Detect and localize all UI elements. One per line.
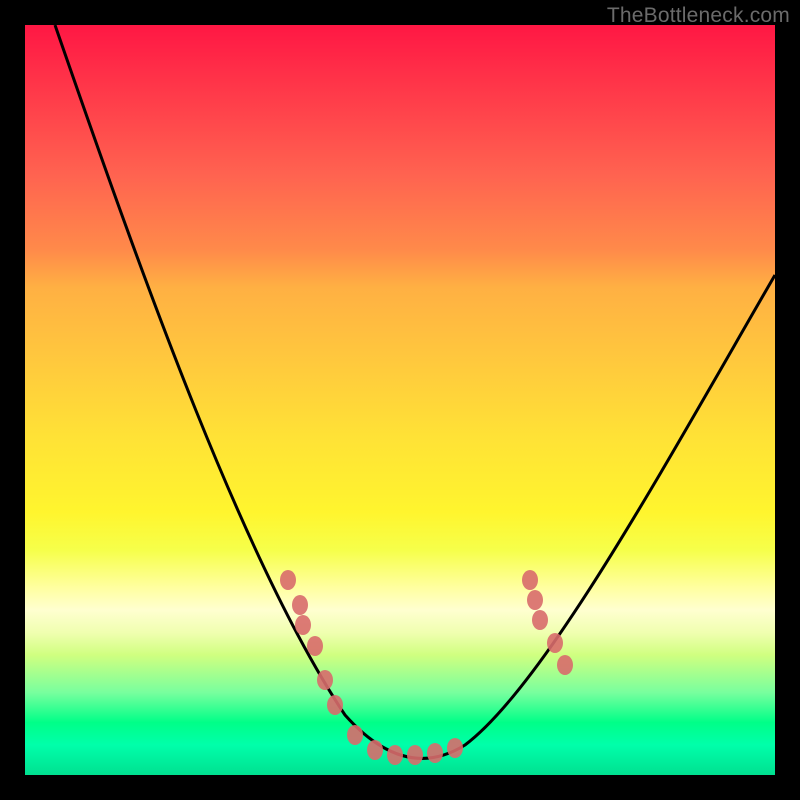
chart-plot-area	[25, 25, 775, 775]
curve-marker	[532, 610, 548, 630]
curve-marker	[557, 655, 573, 675]
chart-svg	[25, 25, 775, 775]
curve-marker	[427, 743, 443, 763]
curve-marker	[292, 595, 308, 615]
bottleneck-curve	[55, 25, 775, 758]
curve-marker	[295, 615, 311, 635]
curve-marker	[407, 745, 423, 765]
curve-marker	[317, 670, 333, 690]
curve-marker	[522, 570, 538, 590]
curve-marker	[547, 633, 563, 653]
curve-marker	[307, 636, 323, 656]
curve-marker	[327, 695, 343, 715]
watermark-text: TheBottleneck.com	[607, 4, 790, 28]
curve-marker	[527, 590, 543, 610]
marker-group	[280, 570, 573, 765]
curve-marker	[447, 738, 463, 758]
curve-marker	[387, 745, 403, 765]
curve-marker	[280, 570, 296, 590]
curve-marker	[367, 740, 383, 760]
curve-marker	[347, 725, 363, 745]
